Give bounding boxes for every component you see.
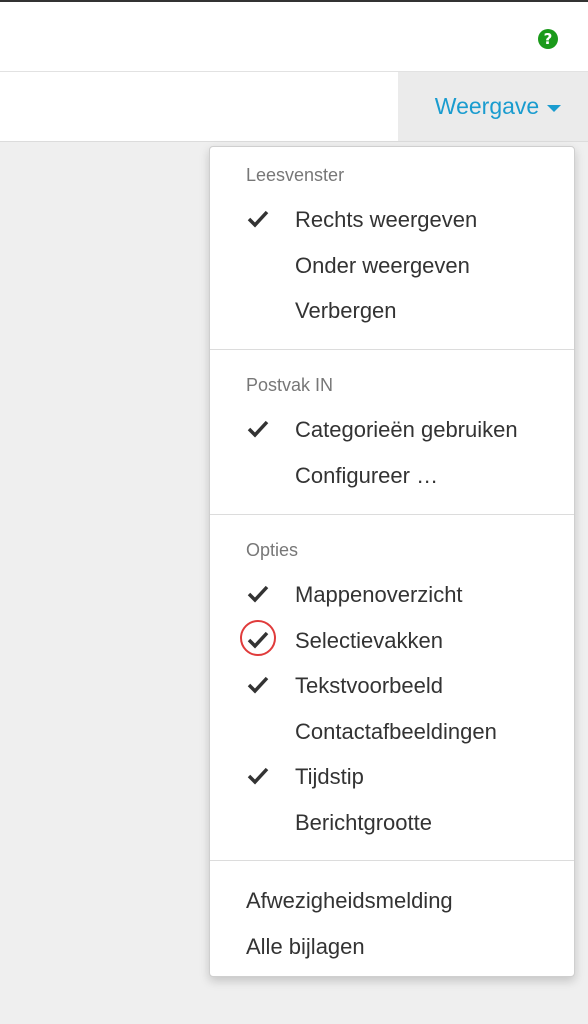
toolbar: Weergave — [0, 72, 588, 142]
check-icon — [247, 767, 269, 785]
menu-item-label: Rechts weergeven — [295, 207, 478, 232]
check-icon — [247, 585, 269, 603]
view-dropdown-button[interactable]: Weergave — [398, 72, 588, 141]
menu-item-label: Berichtgrootte — [295, 810, 432, 835]
menu-item-text-preview[interactable]: Tekstvoorbeeld — [210, 665, 574, 705]
menu-item-hide-pane[interactable]: Verbergen — [210, 290, 574, 330]
menu-item-checkboxes[interactable]: Selectievakken — [210, 620, 574, 660]
menu-item-label: Tekstvoorbeeld — [295, 673, 443, 698]
menu-item-label: Alle bijlagen — [246, 934, 365, 959]
check-icon — [247, 631, 269, 649]
menu-item-label: Configureer … — [295, 463, 439, 488]
check-icon — [247, 420, 269, 438]
menu-item-time[interactable]: Tijdstip — [210, 756, 574, 796]
menu-item-contact-pictures[interactable]: Contactafbeeldingen — [210, 711, 574, 751]
menu-item-message-size[interactable]: Berichtgrootte — [210, 802, 574, 842]
menu-item-label: Afwezigheidsmelding — [246, 888, 453, 913]
view-menu: Leesvenster Rechts weergeven Onder weerg… — [209, 146, 575, 977]
menu-item-out-of-office[interactable]: Afwezigheidsmelding — [210, 880, 574, 920]
help-icon[interactable]: ? — [538, 29, 558, 49]
menu-item-bottom-pane[interactable]: Onder weergeven — [210, 245, 574, 285]
menu-item-label: Selectievakken — [295, 628, 443, 653]
view-dropdown-label: Weergave — [434, 93, 540, 119]
menu-item-label: Tijdstip — [295, 764, 364, 789]
menu-item-folder-overview[interactable]: Mappenoverzicht — [210, 574, 574, 614]
menu-item-label: Verbergen — [295, 298, 397, 323]
menu-divider — [210, 514, 574, 515]
section-header-inbox: Postvak IN — [246, 375, 334, 395]
check-icon — [247, 676, 269, 694]
menu-item-right-pane[interactable]: Rechts weergeven — [210, 199, 574, 239]
menu-divider — [210, 860, 574, 861]
menu-item-all-attachments[interactable]: Alle bijlagen — [210, 926, 574, 966]
caret-down-icon — [547, 104, 562, 112]
menu-item-use-categories[interactable]: Categorieën gebruiken — [210, 409, 574, 449]
section-header-reading-pane: Leesvenster — [246, 165, 345, 185]
menu-item-configure[interactable]: Configureer … — [210, 455, 574, 495]
menu-divider — [210, 349, 574, 350]
menu-item-label: Onder weergeven — [295, 253, 470, 278]
menu-item-label: Contactafbeeldingen — [295, 719, 497, 744]
check-icon — [247, 210, 269, 228]
section-header-options: Opties — [246, 540, 299, 560]
top-bar: ? — [0, 0, 588, 72]
menu-item-label: Categorieën gebruiken — [295, 417, 518, 442]
menu-item-label: Mappenoverzicht — [295, 582, 463, 607]
